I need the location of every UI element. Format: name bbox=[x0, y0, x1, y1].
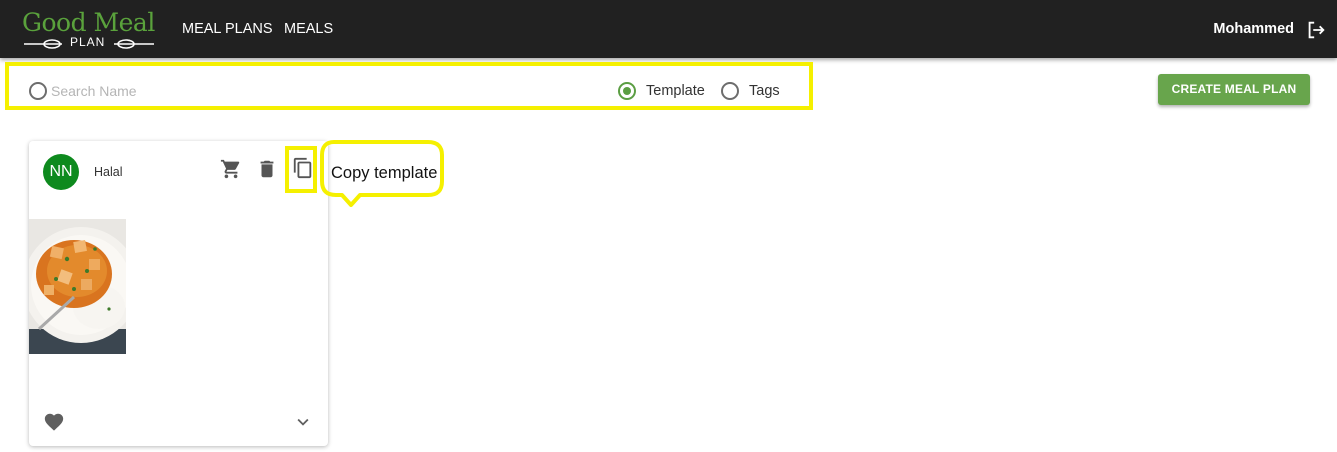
tags-label[interactable]: Tags bbox=[749, 81, 780, 101]
tags-radio[interactable] bbox=[721, 82, 739, 100]
avatar: NN bbox=[43, 154, 79, 190]
cart-icon[interactable] bbox=[220, 158, 242, 180]
user-name[interactable]: Mohammed bbox=[1213, 19, 1294, 39]
logo[interactable]: Good Meal PLAN bbox=[22, 8, 162, 52]
logout-icon[interactable] bbox=[1305, 19, 1327, 41]
search-input[interactable]: Search Name bbox=[51, 81, 137, 101]
delete-icon[interactable] bbox=[256, 158, 278, 180]
heart-icon[interactable] bbox=[43, 411, 65, 433]
template-label[interactable]: Template bbox=[646, 81, 705, 101]
logo-subtitle: PLAN bbox=[70, 35, 106, 49]
card-title: Halal bbox=[94, 165, 123, 179]
chevron-down-icon[interactable] bbox=[292, 411, 314, 433]
logo-subtitle-row: PLAN bbox=[22, 35, 158, 49]
copy-icon[interactable] bbox=[292, 157, 314, 179]
meal-image bbox=[29, 219, 126, 354]
template-radio[interactable] bbox=[618, 82, 636, 100]
create-meal-plan-button[interactable]: CREATE MEAL PLAN bbox=[1158, 74, 1310, 105]
meal-plan-card: NN Halal bbox=[29, 141, 328, 446]
logo-title: Good Meal bbox=[22, 8, 155, 37]
meal-photo bbox=[29, 219, 126, 354]
nav-meals[interactable]: MEALS bbox=[284, 19, 333, 39]
tooltip-text: Copy template bbox=[331, 164, 438, 182]
search-radio[interactable] bbox=[29, 82, 47, 100]
nav-meal-plans[interactable]: MEAL PLANS bbox=[182, 19, 273, 39]
app-bar: Good Meal PLAN MEAL PLANS MEALS Mohammed bbox=[0, 0, 1337, 58]
